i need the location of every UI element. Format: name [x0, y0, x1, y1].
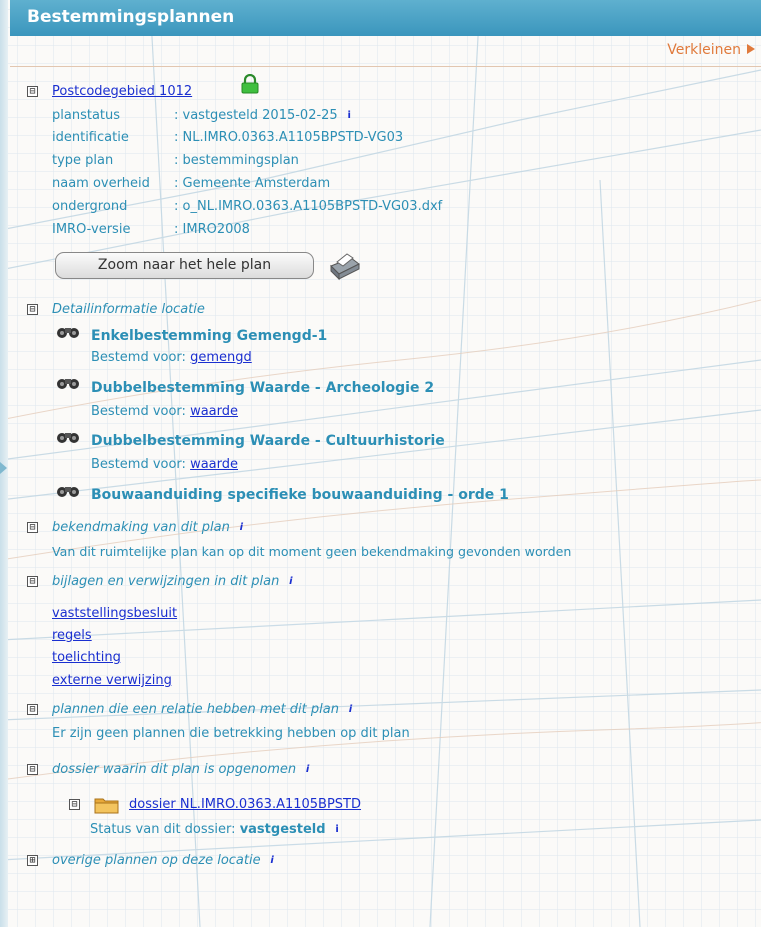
info-icon[interactable]: i	[332, 824, 343, 835]
detail-item-bestemd: Bestemd voor: waarde	[91, 404, 238, 419]
binoculars-icon[interactable]	[56, 484, 80, 498]
bekendmaking-heading: bekendmaking van dit plan	[52, 520, 230, 535]
dossier-status-value: vastgesteld	[239, 822, 326, 837]
relaties-heading-row: plannen die een relatie hebben met dit p…	[52, 702, 356, 717]
detail-heading: Detailinformatie locatie	[52, 302, 205, 317]
collapse-icon[interactable]: ⊟	[27, 304, 38, 315]
printer-icon[interactable]	[325, 252, 361, 282]
attr-label: naam overheid	[52, 176, 150, 191]
collapse-icon[interactable]: ⊟	[27, 86, 38, 97]
shrink-link[interactable]: Verkleinen	[667, 42, 755, 58]
relaties-heading: plannen die een relatie hebben met dit p…	[52, 702, 339, 717]
attr-label: ondergrond	[52, 199, 128, 214]
attr-value: : vastgesteld 2015-02-25	[174, 108, 338, 123]
attr-label: planstatus	[52, 108, 121, 123]
expand-panel-arrow-icon[interactable]	[0, 462, 7, 474]
panel-title: Bestemmingsplannen	[27, 7, 235, 27]
attr-value: : IMRO2008	[174, 222, 250, 237]
bestemd-link[interactable]: gemengd	[190, 350, 252, 365]
bestemd-prefix: Bestemd voor:	[91, 350, 186, 365]
info-icon[interactable]: i	[236, 522, 247, 533]
info-icon[interactable]: i	[345, 704, 356, 715]
attr-value: : o_NL.IMRO.0363.A1105BPSTD-VG03.dxf	[174, 199, 443, 214]
bekendmaking-heading-row: bekendmaking van dit plan i	[52, 520, 247, 535]
detail-item-title[interactable]: Enkelbestemming Gemengd-1	[91, 328, 327, 344]
bijlagen-heading-row: bijlagen en verwijzingen in dit plan i	[52, 574, 296, 589]
overige-heading-row[interactable]: overige plannen op deze locatie i	[52, 853, 278, 868]
dossier-status-row: Status van dit dossier: vastgesteld i	[90, 822, 343, 837]
zoom-to-plan-button[interactable]: Zoom naar het hele plan	[55, 252, 314, 279]
collapse-icon[interactable]: ⊟	[27, 764, 38, 775]
info-icon[interactable]: i	[302, 764, 313, 775]
shrink-label: Verkleinen	[667, 42, 741, 58]
binoculars-icon[interactable]	[56, 376, 80, 390]
bestemd-prefix: Bestemd voor:	[91, 457, 186, 472]
collapse-icon[interactable]: ⊟	[27, 576, 38, 587]
attr-row-naam-overheid: naam overheid : Gemeente Amsterdam	[52, 176, 330, 191]
detail-item-bestemd: Bestemd voor: waarde	[91, 457, 238, 472]
detail-item-bestemd: Bestemd voor: gemengd	[91, 350, 252, 365]
info-icon[interactable]: i	[267, 855, 278, 866]
attr-row-planstatus: planstatus : vastgesteld 2015-02-25 i	[52, 108, 355, 123]
triangle-right-icon	[747, 44, 755, 54]
bijlage-link-toelichting[interactable]: toelichting	[52, 650, 121, 665]
dossier-heading: dossier waarin dit plan is opgenomen	[52, 762, 297, 777]
bestemmingsplannen-panel: Bestemmingsplannen Verkleinen ⊟ Postcode…	[10, 0, 761, 927]
header-divider	[10, 66, 761, 67]
attr-value: : bestemmingsplan	[174, 153, 299, 168]
plan-title-link[interactable]: Postcodegebied 1012	[52, 84, 192, 99]
attr-value: : NL.IMRO.0363.A1105BPSTD-VG03	[174, 130, 404, 145]
attr-row-imro-versie: IMRO-versie : IMRO2008	[52, 222, 250, 237]
dossier-heading-row: dossier waarin dit plan is opgenomen i	[52, 762, 313, 777]
bijlage-link-regels[interactable]: regels	[52, 628, 92, 643]
attr-row-identificatie: identificatie : NL.IMRO.0363.A1105BPSTD-V…	[52, 130, 403, 145]
info-icon[interactable]: i	[344, 110, 355, 121]
dossier-status-label: Status van dit dossier:	[90, 822, 236, 837]
attr-row-type-plan: type plan : bestemmingsplan	[52, 153, 299, 168]
attr-label: IMRO-versie	[52, 222, 131, 237]
detail-item-title[interactable]: Dubbelbestemming Waarde - Cultuurhistori…	[91, 433, 445, 449]
info-icon[interactable]: i	[285, 576, 296, 587]
binoculars-icon[interactable]	[56, 430, 80, 444]
expand-icon[interactable]: ⊞	[27, 855, 38, 866]
relaties-text: Er zijn geen plannen die betrekking hebb…	[52, 726, 410, 741]
bijlage-link-externe-verwijzing[interactable]: externe verwijzing	[52, 673, 172, 688]
bestemd-link[interactable]: waarde	[190, 457, 238, 472]
collapse-icon[interactable]: ⊟	[69, 799, 80, 810]
collapse-icon[interactable]: ⊟	[27, 704, 38, 715]
attr-row-ondergrond: ondergrond : o_NL.IMRO.0363.A1105BPSTD-VG…	[52, 199, 442, 214]
overige-heading: overige plannen op deze locatie	[52, 853, 261, 868]
bijlage-link-vaststellingsbesluit[interactable]: vaststellingsbesluit	[52, 606, 177, 621]
bestemd-link[interactable]: waarde	[190, 404, 238, 419]
bestemd-prefix: Bestemd voor:	[91, 404, 186, 419]
detail-item-title[interactable]: Bouwaanduiding specifieke bouwaanduiding…	[91, 487, 509, 503]
attr-label: type plan	[52, 153, 114, 168]
panel-header: Bestemmingsplannen	[10, 0, 761, 36]
bijlagen-heading: bijlagen en verwijzingen in dit plan	[52, 574, 280, 589]
plan-title[interactable]: Postcodegebied 1012	[52, 84, 192, 99]
collapse-icon[interactable]: ⊟	[27, 522, 38, 533]
folder-icon	[94, 798, 119, 814]
detail-item-title[interactable]: Dubbelbestemming Waarde - Archeologie 2	[91, 380, 434, 396]
lock-icon	[241, 74, 259, 94]
attr-value: : Gemeente Amsterdam	[174, 176, 331, 191]
bekendmaking-text: Van dit ruimtelijke plan kan op dit mome…	[52, 544, 572, 559]
dossier-link[interactable]: dossier NL.IMRO.0363.A1105BPSTD	[129, 797, 361, 812]
binoculars-icon[interactable]	[56, 325, 80, 339]
attr-label: identificatie	[52, 130, 129, 145]
